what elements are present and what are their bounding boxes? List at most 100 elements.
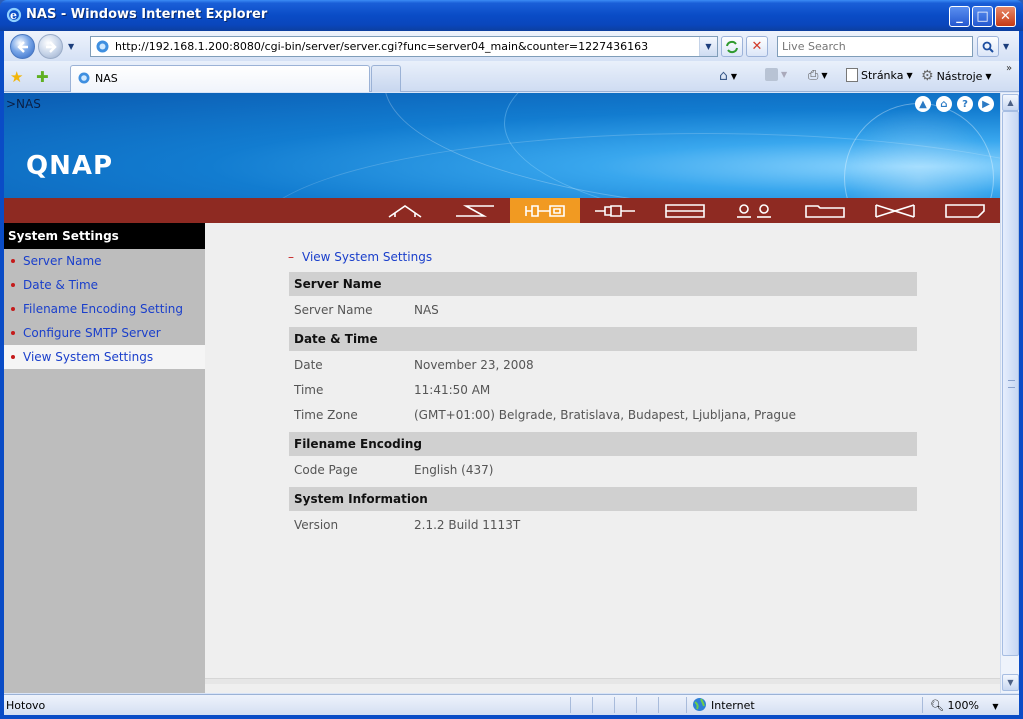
forward-button[interactable] — [38, 34, 63, 59]
row-value: November 23, 2008 — [414, 358, 534, 372]
zoom-control[interactable]: 🔍︎ 100% ▼ — [930, 699, 999, 712]
nav-home[interactable] — [370, 198, 440, 223]
lightning-icon — [456, 204, 494, 217]
scroll-thumb[interactable] — [1002, 111, 1019, 656]
back-arrow-icon — [16, 40, 28, 53]
search-options-icon[interactable]: ▼ — [1003, 42, 1009, 51]
stop-icon: ✕ — [751, 39, 763, 54]
address-field[interactable]: ▼ — [90, 36, 718, 57]
header-icons: ▲ ⌂ ? ▶ — [915, 96, 994, 112]
nav-services[interactable] — [860, 198, 930, 223]
bullet-icon — [11, 258, 15, 263]
printer-icon: ⎙ — [808, 68, 819, 83]
row-key: Time Zone — [294, 408, 358, 422]
chevron-more-icon[interactable]: » — [1006, 63, 1012, 74]
scroll-down-icon[interactable]: ▼ — [1002, 674, 1019, 691]
nav-shares[interactable] — [790, 198, 860, 223]
tab-bar: ★ ✚ NAS ⌂ ▼ ▼ ⎙ ▼ Stránka ▼ ⚙ Nástroje ▼ » — [4, 61, 1019, 92]
address-dropdown-icon[interactable]: ▼ — [699, 37, 717, 56]
section-header: System Information — [289, 487, 917, 511]
page-viewport: >NAS QNAP ▲ ⌂ ? ▶ System Settings Server… — [4, 93, 1000, 693]
history-dropdown-icon[interactable]: ▼ — [68, 42, 74, 51]
vertical-scrollbar[interactable]: ▲ ▼ — [1000, 93, 1019, 693]
search-box[interactable] — [777, 36, 973, 57]
row-value: 11:41:50 AM — [414, 383, 491, 397]
zoom-icon: 🔍︎ — [930, 699, 944, 712]
add-favorite-icon[interactable]: ✚ — [36, 68, 49, 86]
rss-icon — [765, 68, 778, 81]
nav-system-tools[interactable] — [510, 198, 580, 223]
browser-frame: ▼ ▼ ✕ ▼ ★ ✚ — [0, 31, 1023, 719]
section-header: Filename Encoding — [289, 432, 917, 456]
window-titlebar[interactable]: e NAS - Windows Internet Explorer _ □ ✕ — [0, 0, 1023, 31]
sidebar-item-date-time[interactable]: Date & Time — [4, 273, 205, 297]
nav-disk[interactable] — [650, 198, 720, 223]
new-tab-button[interactable] — [371, 65, 401, 92]
scroll-up-icon[interactable]: ▲ — [1002, 94, 1019, 111]
close-icon: ✕ — [1000, 9, 1011, 24]
view-settings-link[interactable]: – View System Settings — [288, 250, 432, 264]
page-icon — [78, 72, 90, 84]
sidebar-item-label: Configure SMTP Server — [23, 326, 161, 340]
url-input[interactable] — [115, 38, 695, 55]
sidebar: System Settings Server Name Date & Time … — [4, 223, 205, 693]
sidebar-item-view-settings[interactable]: View System Settings — [4, 345, 205, 369]
refresh-button[interactable] — [721, 36, 743, 57]
home-button[interactable]: ⌂ ▼ — [719, 68, 737, 84]
minimize-icon: _ — [956, 9, 963, 24]
feeds-button[interactable]: ▼ — [765, 68, 787, 81]
zoom-dropdown-icon: ▼ — [992, 702, 999, 711]
sidebar-item-server-name[interactable]: Server Name — [4, 249, 205, 273]
users-icon — [737, 203, 771, 218]
row-value: English (437) — [414, 463, 494, 477]
close-button[interactable]: ✕ — [995, 6, 1016, 27]
svg-text:e: e — [10, 9, 17, 22]
favorites-star-icon[interactable]: ★ — [10, 68, 23, 86]
sidebar-item-label: Date & Time — [23, 278, 99, 292]
qnap-logo: QNAP — [26, 151, 114, 181]
search-input[interactable] — [778, 37, 972, 56]
nav-users[interactable] — [720, 198, 790, 223]
sidebar-item-filename-encoding[interactable]: Filename Encoding Setting — [4, 297, 205, 321]
bullet-icon — [11, 306, 15, 311]
minimize-button[interactable]: _ — [949, 6, 970, 27]
print-button[interactable]: ⎙ ▼ — [808, 68, 828, 83]
bullet-icon — [11, 354, 15, 359]
status-bar: Hotovo Internet 🔍︎ 100% ▼ — [4, 694, 1019, 715]
sidebar-item-label: View System Settings — [23, 350, 154, 364]
maximize-button[interactable]: □ — [972, 6, 993, 27]
row-value: NAS — [414, 303, 439, 317]
maximize-icon: □ — [976, 9, 989, 24]
globe-icon — [693, 698, 706, 711]
row-value: (GMT+01:00) Belgrade, Bratislava, Budape… — [414, 408, 797, 422]
forward-arrow-icon — [45, 40, 57, 53]
row-key: Server Name — [294, 303, 373, 317]
up-icon[interactable]: ▲ — [915, 96, 931, 112]
nav-quick-config[interactable] — [440, 198, 510, 223]
help-icon[interactable]: ? — [957, 96, 973, 112]
page-menu[interactable]: Stránka ▼ — [846, 68, 913, 82]
search-button[interactable] — [977, 36, 999, 57]
row-value: 2.1.2 Build 1113T — [414, 518, 521, 532]
tools-menu[interactable]: ⚙ Nástroje ▼ — [921, 68, 992, 84]
note-icon — [945, 203, 985, 218]
bowtie-icon — [875, 203, 915, 218]
tab-nas[interactable]: NAS — [70, 65, 370, 92]
nav-network[interactable] — [580, 198, 650, 223]
sidebar-item-label: Filename Encoding Setting — [23, 302, 184, 316]
next-icon[interactable]: ▶ — [978, 96, 994, 112]
home-icon[interactable]: ⌂ — [936, 96, 952, 112]
back-button[interactable] — [10, 34, 35, 59]
bullet-icon — [11, 330, 15, 335]
window-title: NAS - Windows Internet Explorer — [26, 7, 268, 22]
search-icon — [982, 41, 994, 53]
row-key: Date — [294, 358, 323, 372]
section-header: Server Name — [289, 272, 917, 296]
sidebar-item-smtp[interactable]: Configure SMTP Server — [4, 321, 205, 345]
page-menu-icon — [846, 68, 858, 82]
nav-status[interactable] — [930, 198, 1000, 223]
link-label: View System Settings — [302, 250, 433, 264]
folder-icon — [805, 204, 845, 218]
stop-button[interactable]: ✕ — [746, 36, 768, 57]
ie-icon: e — [6, 7, 22, 23]
